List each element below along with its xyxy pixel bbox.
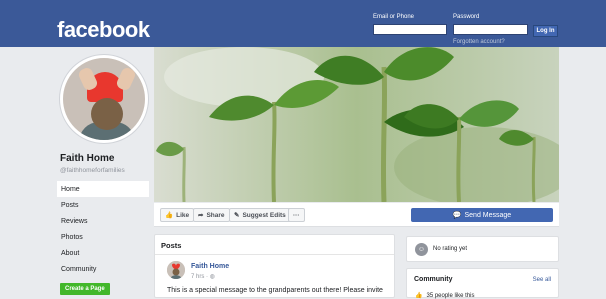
thumbs-up-icon: 👍: [165, 212, 174, 219]
nav-item-home[interactable]: Home: [57, 181, 149, 197]
nav-item-reviews[interactable]: Reviews: [57, 213, 149, 229]
post-time-text: 7 hrs ·: [191, 274, 209, 280]
messenger-icon: 💬: [452, 212, 462, 219]
page-handle[interactable]: @faithhomeforfamilies: [60, 167, 125, 174]
left-column: Faith Home @faithhomeforfamilies Home Po…: [57, 47, 152, 298]
rating-card: ☺ No rating yet: [406, 236, 559, 262]
send-message-button[interactable]: 💬 Send Message: [411, 208, 553, 222]
email-label: Email or Phone: [373, 14, 415, 20]
post-avatar[interactable]: [167, 261, 185, 279]
profile-picture[interactable]: [60, 55, 148, 143]
nav-item-posts[interactable]: Posts: [57, 197, 149, 213]
page-title[interactable]: Faith Home: [60, 153, 114, 164]
facebook-logo[interactable]: facebook: [57, 17, 150, 43]
suggest-edits-button[interactable]: ✎ Suggest Edits: [229, 208, 291, 222]
like-button[interactable]: 👍 Like: [160, 208, 195, 222]
cover-photo[interactable]: [154, 47, 559, 202]
share-button[interactable]: ➦ Share: [193, 208, 230, 222]
divider: [155, 254, 394, 255]
share-label: Share: [206, 211, 225, 219]
posts-card: Posts Faith Home 7 hrs · ◍ This is a spe…: [154, 234, 395, 298]
person-head: [91, 98, 123, 130]
seedling-cover-image: [154, 47, 559, 202]
nav-item-community[interactable]: Community: [57, 261, 149, 277]
post-timestamp[interactable]: 7 hrs · ◍: [191, 273, 215, 280]
like-label: Like: [176, 211, 190, 219]
password-field[interactable]: [453, 24, 528, 35]
globe-icon: ◍: [209, 274, 215, 280]
more-button[interactable]: ···: [288, 208, 305, 222]
rating-text: No rating yet: [433, 246, 468, 252]
page-nav: Home Posts Reviews Photos About Communit…: [57, 181, 149, 277]
nav-item-photos[interactable]: Photos: [57, 229, 149, 245]
create-page-button[interactable]: Create a Page: [60, 283, 110, 295]
pencil-icon: ✎: [234, 212, 240, 219]
login-button[interactable]: Log In: [533, 25, 558, 37]
posts-heading: Posts: [161, 241, 182, 250]
suggest-edits-label: Suggest Edits: [242, 211, 286, 219]
top-bar: facebook Email or Phone Password Log In …: [0, 0, 606, 47]
post-author-link[interactable]: Faith Home: [191, 263, 229, 270]
email-field[interactable]: [373, 24, 447, 35]
rating-chat-icon: ☺: [415, 243, 428, 256]
page-action-bar: 👍 Like ➦ Share ✎ Suggest Edits ··· 💬 Sen…: [154, 203, 559, 227]
send-message-label: Send Message: [464, 211, 512, 219]
forgot-account-link[interactable]: Forgotten account?: [453, 39, 505, 45]
share-icon: ➦: [198, 212, 204, 219]
avatar-thumbnail-icon: [167, 261, 185, 279]
see-all-link[interactable]: See all: [533, 277, 551, 283]
community-card: Community See all 👍 35 people like this: [406, 268, 559, 299]
nav-item-about[interactable]: About: [57, 245, 149, 261]
password-label: Password: [453, 14, 480, 20]
community-heading: Community: [414, 276, 453, 283]
post-text: This is a special message to the grandpa…: [167, 287, 383, 294]
